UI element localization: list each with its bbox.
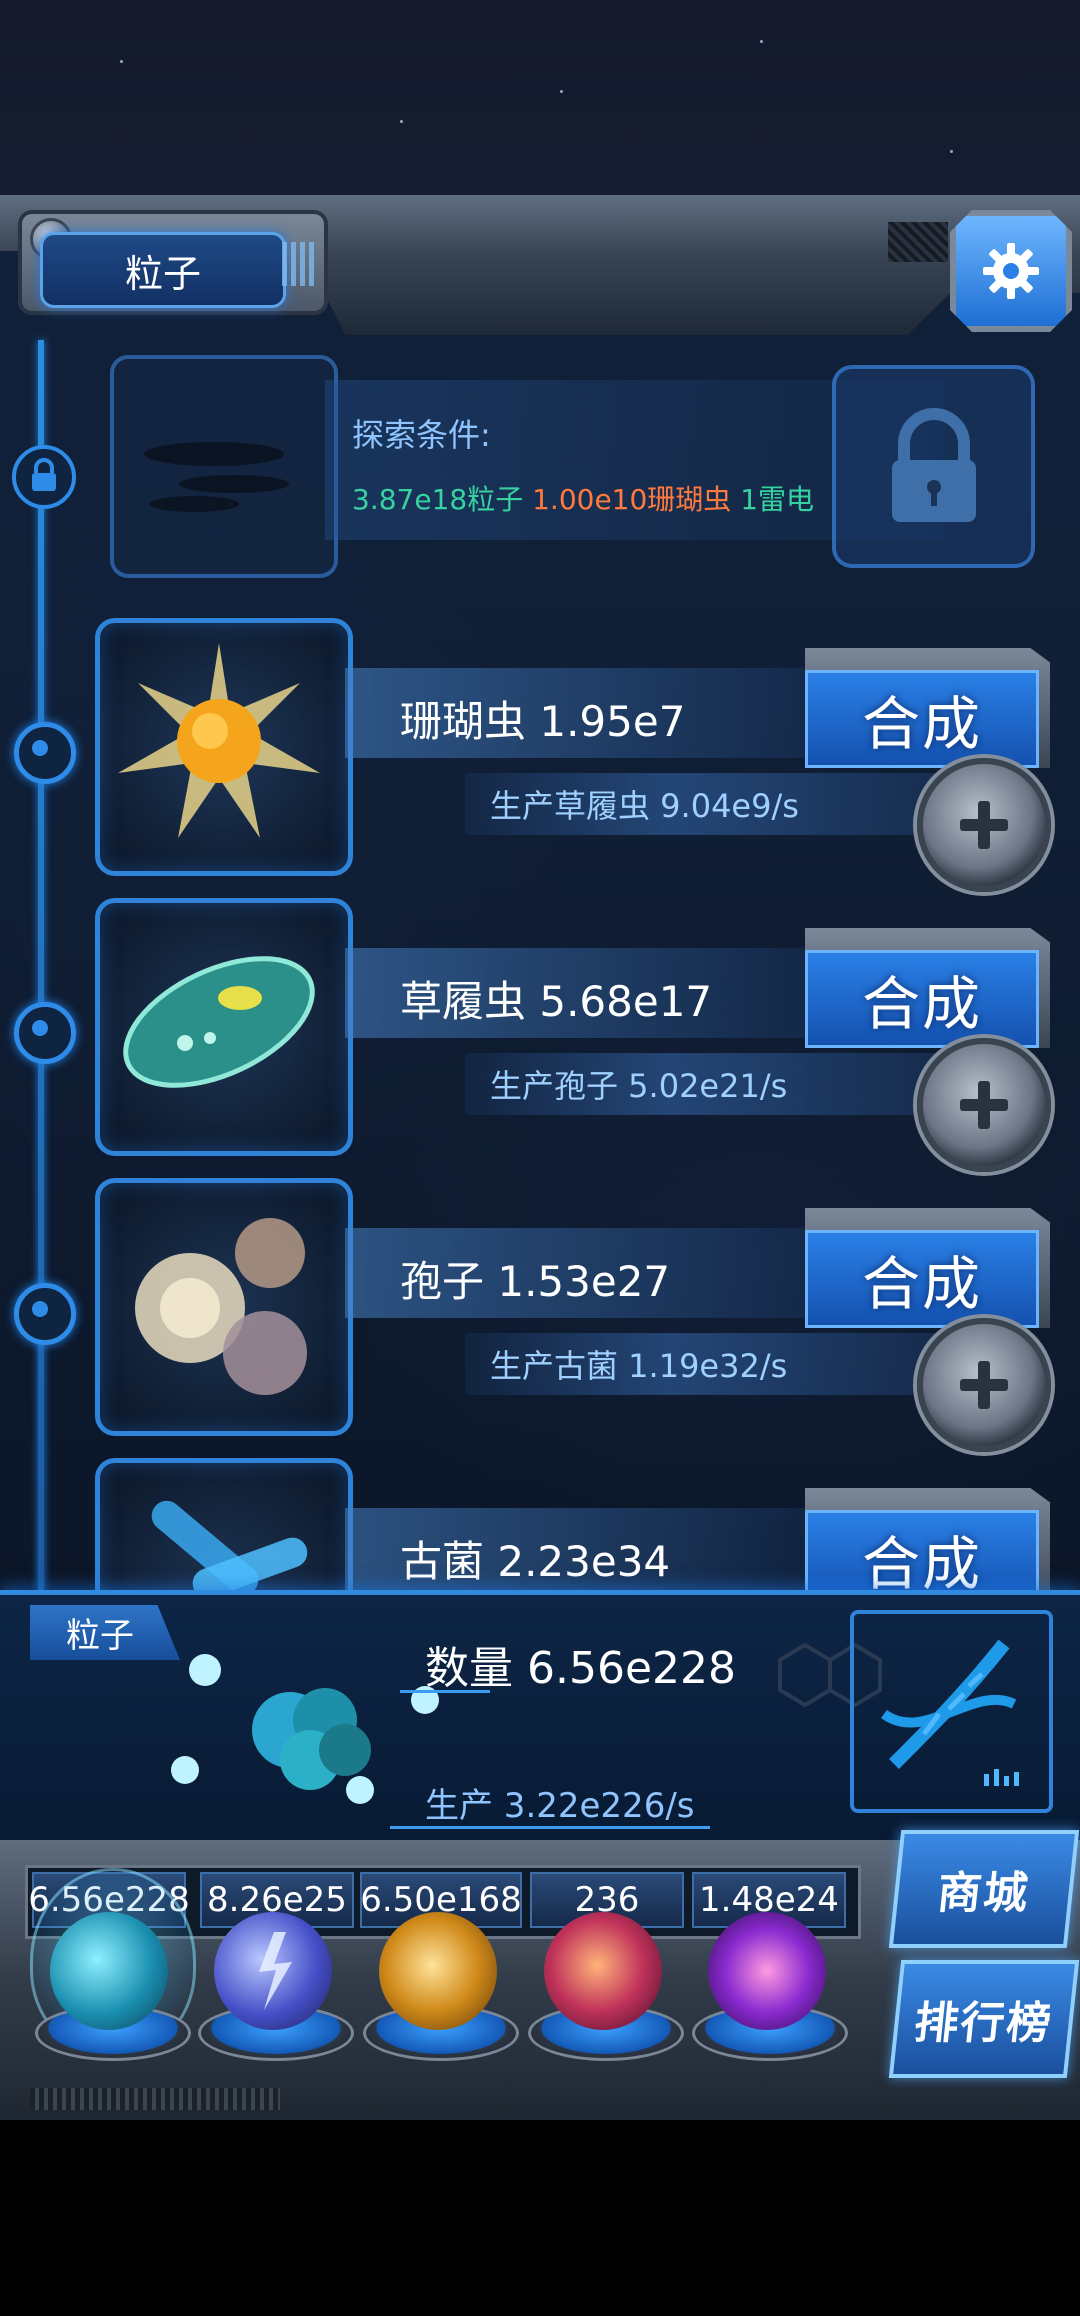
galaxy-orb-icon[interactable]	[379, 1912, 497, 2030]
creature-row-spore: 孢子 1.53e27 生产古菌 1.19e32/s 合成	[95, 1178, 1070, 1452]
synthesize-label: 合成	[805, 1510, 1039, 1590]
connector-line	[400, 1690, 490, 1693]
silhouette-icon	[144, 442, 289, 512]
synthesize-button[interactable]: 合成	[805, 648, 1050, 768]
particle-rate: 生产 3.22e226/s	[425, 1786, 695, 1826]
lightning-icon	[259, 1932, 292, 2010]
title-ribs	[282, 242, 316, 286]
locked-thumbnail	[110, 355, 338, 578]
creature-thumbnail[interactable]	[95, 618, 353, 876]
rail-lock-node	[12, 445, 76, 509]
creature-thumbnail[interactable]	[95, 1178, 353, 1436]
creature-row-coral: 珊瑚虫 1.95e7 生产草履虫 9.04e9/s 合成	[95, 618, 1070, 892]
star	[560, 90, 563, 93]
gear-icon	[983, 243, 1039, 299]
creature-production: 生产古菌 1.19e32/s	[490, 1347, 788, 1385]
spore-icon	[135, 1218, 307, 1395]
requirement-particles: 3.87e18粒子	[352, 483, 524, 516]
thunder-orb-icon[interactable]	[214, 1912, 332, 2030]
creature-thumbnail[interactable]	[95, 1458, 353, 1590]
brain-orb-icon[interactable]	[544, 1912, 662, 2030]
synthesize-label: 合成	[805, 950, 1039, 1048]
shop-button[interactable]: 商城	[888, 1830, 1080, 1948]
archaea-icon	[151, 1500, 308, 1590]
rail-node	[14, 1002, 76, 1064]
creature-production: 生产草履虫 9.04e9/s	[490, 787, 799, 825]
lock-icon	[32, 458, 56, 491]
vortex-orb-icon[interactable]	[708, 1912, 826, 2030]
coral-polyp-icon	[118, 643, 320, 838]
synthesize-label: 合成	[805, 1230, 1039, 1328]
creature-name: 孢子 1.53e27	[400, 1257, 671, 1306]
particle-tab[interactable]: 粒子	[30, 1605, 180, 1660]
leaderboard-button[interactable]: 排行榜	[888, 1960, 1080, 2078]
upgrade-button[interactable]	[917, 1038, 1051, 1172]
star	[760, 40, 763, 43]
creature-row-archaea: 古菌 2.23e34 合成	[95, 1458, 1070, 1590]
rail-node	[14, 1283, 76, 1345]
locked-slot[interactable]	[832, 365, 1035, 568]
particle-orb-icon[interactable]	[50, 1912, 168, 2030]
exploration-requirements: 3.87e18粒子 1.00e10珊瑚虫 1雷电	[352, 478, 814, 518]
settings-button[interactable]	[950, 210, 1072, 332]
plus-icon	[960, 1081, 1008, 1129]
synthesize-label: 合成	[805, 670, 1039, 768]
dna-icon	[881, 1639, 1019, 1786]
star	[950, 150, 953, 153]
upgrade-button[interactable]	[917, 1318, 1051, 1452]
creature-production: 生产孢子 5.02e21/s	[490, 1067, 788, 1105]
creature-row-paramecium: 草履虫 5.68e17 生产孢子 5.02e21/s 合成	[95, 898, 1070, 1172]
star	[400, 120, 403, 123]
particle-count: 数量 6.56e228	[425, 1643, 737, 1694]
synthesize-button[interactable]: 合成	[805, 928, 1050, 1048]
padlock-icon	[891, 407, 976, 522]
creature-thumbnail[interactable]	[95, 898, 353, 1156]
synthesize-button[interactable]: 合成	[805, 1488, 1050, 1590]
creature-name: 珊瑚虫 1.95e7	[400, 697, 686, 746]
dna-frame	[850, 1610, 1053, 1813]
star	[120, 60, 123, 63]
synthesize-button[interactable]: 合成	[805, 1208, 1050, 1328]
requirement-thunder: 1雷电	[740, 483, 815, 516]
upgrade-button[interactable]	[917, 758, 1051, 892]
grille	[30, 2088, 280, 2110]
creature-name: 古菌 2.23e34	[400, 1537, 671, 1586]
creature-name: 草履虫 5.68e17	[400, 977, 713, 1026]
progress-rail	[38, 340, 44, 1590]
plus-icon	[960, 801, 1008, 849]
particle-cluster-icon	[171, 1654, 439, 1804]
page-title: 粒子	[40, 232, 286, 308]
requirement-coral: 1.00e10珊瑚虫	[532, 483, 732, 516]
connector-line	[390, 1826, 710, 1829]
plus-icon	[960, 1361, 1008, 1409]
rail-node	[14, 722, 76, 784]
locked-exploration-row: 探索条件: 3.87e18粒子 1.00e10珊瑚虫 1雷电	[110, 355, 1035, 578]
grille	[888, 222, 948, 262]
paramecium-icon	[123, 956, 315, 1088]
exploration-title: 探索条件:	[352, 416, 491, 454]
